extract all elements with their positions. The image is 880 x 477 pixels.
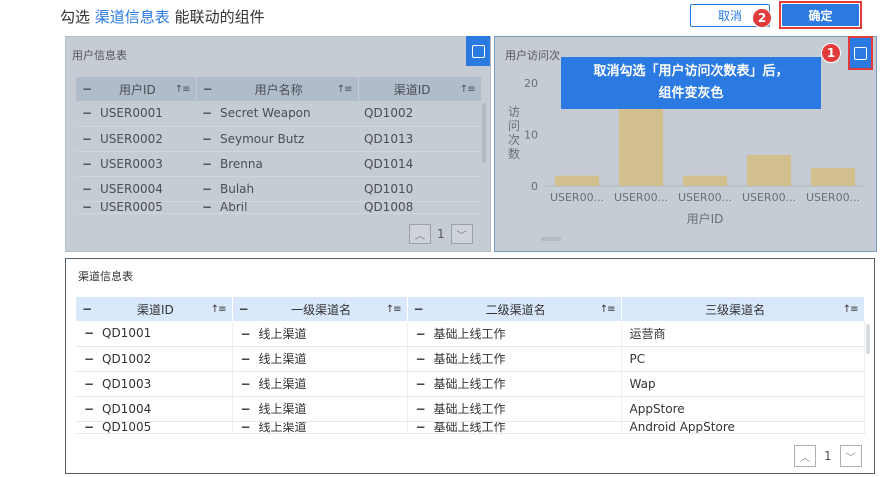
instruction-prefix: 勾选 bbox=[60, 8, 91, 26]
sort-icon[interactable]: ↑≡ bbox=[843, 304, 859, 315]
page-number: 1 bbox=[437, 227, 445, 241]
page-number: 1 bbox=[824, 449, 832, 463]
channel-table-pager: ︿ 1 ﹀ bbox=[794, 445, 862, 467]
chart-bar bbox=[811, 167, 855, 186]
instruction-suffix: 能联动的组件 bbox=[174, 8, 265, 26]
y-tick-label: 10 bbox=[524, 129, 538, 142]
callout-line-2: 组件变灰色 bbox=[658, 86, 724, 101]
chart-bar bbox=[683, 175, 727, 186]
channel-table: − 渠道ID ↑≡ − 一级渠道名 ↑≡ − 二级渠道名 ↑≡ 三级渠道名 ↑≡ − QD100… bbox=[76, 297, 865, 434]
col-header-level2[interactable]: − 二级渠道名 ↑≡ bbox=[407, 297, 622, 321]
x-tick-label: USER00... bbox=[742, 191, 796, 204]
chart-checkbox-highlight-frame bbox=[848, 36, 873, 70]
x-tick-label: USER00... bbox=[806, 191, 860, 204]
checkbox-icon bbox=[471, 44, 485, 58]
table-row: − QD1002 − 线上渠道 − 基础上线工作 PC bbox=[76, 346, 865, 372]
page-next-button[interactable]: ﹀ bbox=[839, 445, 862, 467]
col-header-channel-id[interactable]: − 渠道ID ↑≡ bbox=[76, 297, 233, 321]
user-table: − 用户ID ↑≡ − 用户名称 ↑≡ 渠道ID ↑≡ − USER0001 − Secret… bbox=[76, 77, 482, 214]
table-row: − QD1005 − 线上渠道 − 基础上线工作 Android AppStore bbox=[76, 421, 865, 434]
chart-bar bbox=[747, 155, 791, 186]
user-table-header-row: − 用户ID ↑≡ − 用户名称 ↑≡ 渠道ID ↑≡ bbox=[76, 77, 482, 101]
table-row: − USER0001 − Secret Weapon QD1002 bbox=[76, 101, 481, 127]
table-row: − USER0002 − Seymour Butz QD1013 bbox=[76, 126, 481, 152]
x-tick-label: USER00... bbox=[614, 191, 668, 204]
table-row: − QD1001 − 线上渠道 − 基础上线工作 运营商 bbox=[76, 321, 865, 347]
y-axis-label-char: 数 bbox=[508, 146, 520, 161]
col-header-level1[interactable]: − 一级渠道名 ↑≡ bbox=[232, 297, 408, 321]
col-header-level3[interactable]: 三级渠道名 ↑≡ bbox=[621, 297, 865, 321]
channel-table-header-row: − 渠道ID ↑≡ − 一级渠道名 ↑≡ − 二级渠道名 ↑≡ 三级渠道名 ↑≡ bbox=[76, 297, 865, 321]
y-axis-label-char: 问 bbox=[508, 119, 520, 133]
sort-icon[interactable]: ↑≡ bbox=[600, 304, 616, 315]
page-prev-button[interactable]: ︿ bbox=[794, 445, 816, 467]
step-badge-1: 1 bbox=[821, 43, 841, 63]
instruction-highlight: 渠道信息表 bbox=[94, 8, 170, 26]
linkage-settings-dialog: 勾选 渠道信息表 能联动的组件 取消 确定 2 用户信息表 − 用户ID ↑≡ − 用… bbox=[0, 0, 880, 477]
y-tick-label: 0 bbox=[531, 180, 538, 193]
x-axis-label: 用户ID bbox=[687, 211, 724, 226]
step-badge-2: 2 bbox=[752, 8, 772, 28]
x-tick-label: USER00... bbox=[550, 191, 604, 204]
sort-icon[interactable]: ↑≡ bbox=[211, 304, 227, 315]
sort-icon[interactable]: ↑≡ bbox=[460, 84, 476, 95]
channel-table-scrollbar[interactable] bbox=[866, 324, 870, 354]
table-row: − USER0005 − Abril QD1008 bbox=[76, 201, 481, 214]
sort-icon[interactable]: ↑≡ bbox=[337, 84, 353, 95]
table-row: − USER0004 − Bulah QD1010 bbox=[76, 176, 481, 202]
user-table-checkbox[interactable] bbox=[466, 36, 490, 66]
y-tick-label: 20 bbox=[524, 77, 538, 90]
annotation-callout: 取消勾选「用户访问次数表」后， 组件变灰色 bbox=[561, 57, 821, 109]
user-table-pager: ︿ 1 ﹀ bbox=[409, 224, 473, 244]
page-next-button[interactable]: ﹀ bbox=[450, 224, 473, 244]
user-table-panel: 用户信息表 − 用户ID ↑≡ − 用户名称 ↑≡ 渠道ID ↑≡ − USER0001 −… bbox=[65, 36, 491, 252]
ok-button[interactable]: 确定 bbox=[782, 4, 859, 26]
chart-scrollbar bbox=[541, 237, 561, 241]
callout-line-1: 取消勾选「用户访问次数表」后， bbox=[593, 64, 789, 79]
channel-table-panel: 渠道信息表 − 渠道ID ↑≡ − 一级渠道名 ↑≡ − 二级渠道名 ↑≡ 三级渠道名 ↑≡ … bbox=[65, 258, 875, 474]
channel-table-title: 渠道信息表 bbox=[78, 270, 133, 283]
table-row: − QD1003 − 线上渠道 − 基础上线工作 Wap bbox=[76, 371, 865, 397]
dialog-instruction: 勾选 渠道信息表 能联动的组件 bbox=[60, 6, 265, 27]
col-header-channel-id[interactable]: 渠道ID ↑≡ bbox=[358, 77, 482, 101]
y-axis-label-char: 访 bbox=[508, 105, 520, 119]
page-prev-button[interactable]: ︿ bbox=[409, 224, 431, 244]
user-table-scrollbar[interactable] bbox=[482, 103, 486, 163]
col-header-user-name[interactable]: − 用户名称 ↑≡ bbox=[196, 77, 359, 101]
sort-icon[interactable]: ↑≡ bbox=[175, 84, 191, 95]
user-table-title: 用户信息表 bbox=[72, 49, 127, 62]
col-header-user-id[interactable]: − 用户ID ↑≡ bbox=[76, 77, 197, 101]
chart-bar bbox=[555, 175, 599, 186]
sort-icon[interactable]: ↑≡ bbox=[386, 304, 402, 315]
x-tick-label: USER00... bbox=[678, 191, 732, 204]
table-row: − USER0003 − Brenna QD1014 bbox=[76, 151, 481, 177]
y-axis-label-char: 次 bbox=[508, 133, 520, 147]
table-row: − QD1004 − 线上渠道 − 基础上线工作 AppStore bbox=[76, 396, 865, 422]
